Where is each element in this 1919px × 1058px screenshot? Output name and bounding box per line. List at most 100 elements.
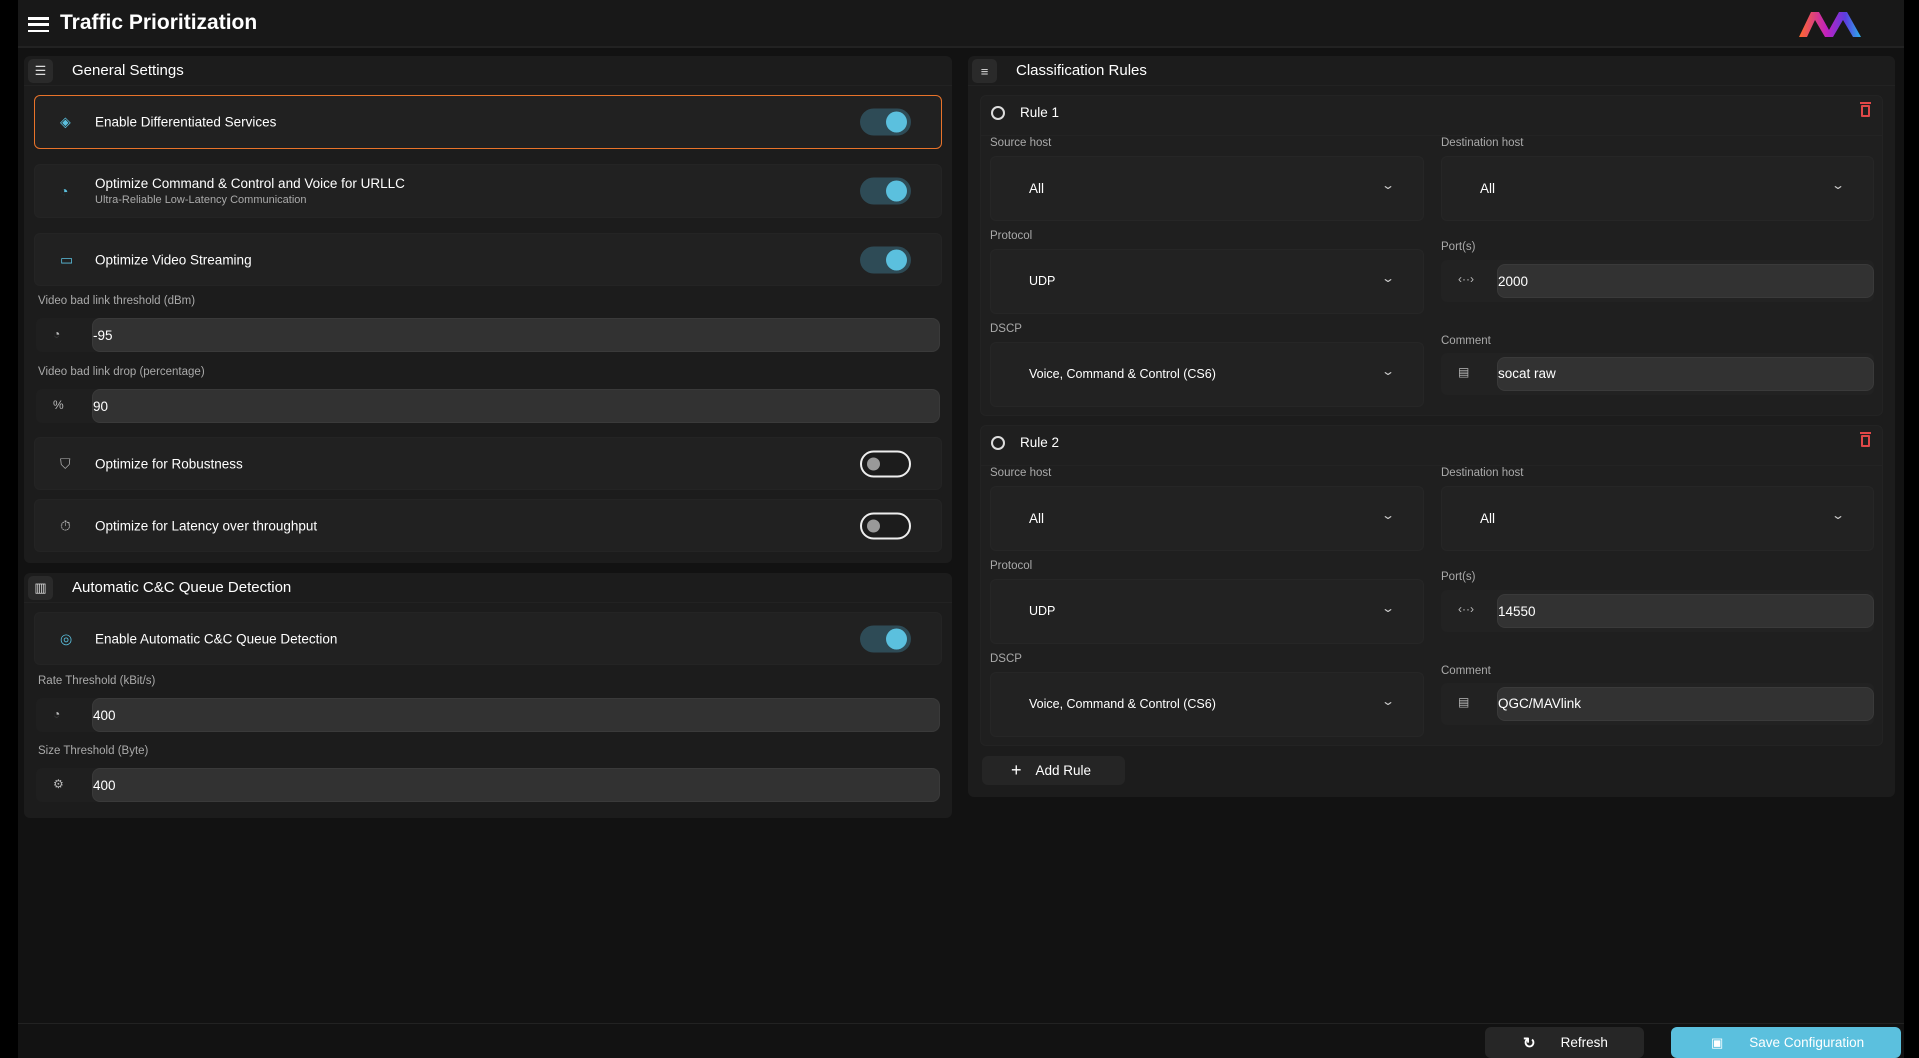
- chevron-down-icon: ⌄: [1381, 178, 1395, 192]
- source-label: Source host: [990, 137, 1051, 149]
- card-header: ≡ Classification Rules: [968, 56, 1895, 86]
- save-label: Save Configuration: [1749, 1035, 1864, 1050]
- circle-icon: [991, 106, 1005, 120]
- protocol-select[interactable]: UDP⌄: [990, 579, 1424, 644]
- toggle-label: Enable Differentiated Services: [95, 115, 276, 130]
- source-host-select[interactable]: All⌄: [990, 156, 1424, 221]
- ports-label: Port(s): [1441, 571, 1476, 583]
- classification-rules-card: ≡ Classification Rules + Add Rule Rule 1…: [968, 56, 1895, 797]
- drop-field: %: [36, 389, 940, 423]
- destination-host-select[interactable]: All⌄: [1441, 486, 1874, 551]
- refresh-button[interactable]: ↻ Refresh: [1485, 1027, 1644, 1058]
- speedometer-icon: ◔: [60, 183, 68, 199]
- latency-toggle[interactable]: [860, 512, 911, 539]
- differentiated-services-toggle[interactable]: [860, 109, 911, 136]
- card-header: ☰ General Settings: [24, 56, 952, 86]
- add-rule-label: Add Rule: [1036, 763, 1092, 778]
- page-title: Traffic Prioritization: [60, 11, 257, 35]
- video-streaming-toggle[interactable]: [860, 246, 911, 273]
- code-brackets-icon: ‹··›: [1458, 602, 1474, 616]
- menu-icon[interactable]: [28, 17, 49, 32]
- delete-rule-trash-icon[interactable]: [1861, 435, 1870, 447]
- toggle-label-text: Optimize Command & Control and Voice for…: [95, 176, 405, 191]
- rule-title: Rule 1: [1020, 105, 1059, 120]
- chevron-down-icon: ⌄: [1381, 694, 1395, 708]
- robustness-toggle[interactable]: [860, 450, 911, 477]
- chevron-down-icon: ⌄: [1381, 364, 1395, 378]
- chevron-down-icon: ⌄: [1831, 178, 1845, 192]
- ports-input[interactable]: [1497, 264, 1874, 298]
- toggle-label: Enable Automatic C&C Queue Detection: [95, 631, 337, 646]
- chip-icon: ⚙: [53, 777, 64, 791]
- dscp-label: DSCP: [990, 323, 1022, 335]
- destination-host-select[interactable]: All ⌄: [1441, 156, 1874, 221]
- delete-rule-trash-icon[interactable]: [1861, 105, 1870, 117]
- left-edge: [0, 0, 18, 1058]
- rate-input[interactable]: [92, 698, 940, 732]
- refresh-icon: ↻: [1523, 1034, 1536, 1052]
- toggle-row-auto-detection: ◎ Enable Automatic C&C Queue Detection: [34, 612, 942, 665]
- chevron-down-icon: ⌄: [1381, 271, 1395, 285]
- card-title: Classification Rules: [1016, 62, 1147, 79]
- field-label: Video bad link threshold (dBm): [38, 295, 195, 307]
- comment-field: ▤ QGC/MAVlink: [1441, 683, 1874, 725]
- toggle-row-differentiated-services: ◈ Enable Differentiated Services: [34, 95, 942, 149]
- layers-icon: ◈: [60, 114, 71, 131]
- right-edge: [1904, 0, 1919, 1058]
- rule-header: Rule 2: [981, 426, 1882, 466]
- rule-title: Rule 2: [1020, 435, 1059, 450]
- card-title: Automatic C&C Queue Detection: [72, 579, 291, 596]
- general-settings-card: ☰ General Settings ◈ Enable Differentiat…: [24, 56, 952, 563]
- selected-value: Voice, Command & Control (CS6): [1029, 697, 1216, 711]
- toggle-label: Optimize for Latency over throughput: [95, 518, 317, 533]
- rules-list-icon: ≡: [972, 59, 997, 83]
- selected-value: All: [1029, 511, 1044, 526]
- percent-icon: %: [53, 398, 64, 412]
- chevron-down-icon: ⌄: [1381, 508, 1395, 522]
- brand-logo: [1797, 10, 1865, 38]
- rate-field: ◔: [36, 698, 940, 732]
- sliders-icon: ☰: [28, 59, 53, 83]
- stopwatch-icon: ⏱: [60, 517, 71, 534]
- comment-label: Comment: [1441, 335, 1491, 347]
- comment-input[interactable]: QGC/MAVlink: [1497, 687, 1874, 721]
- field-label: Video bad link drop (percentage): [38, 366, 205, 378]
- save-configuration-button[interactable]: ▣ Save Configuration: [1671, 1027, 1901, 1058]
- urllc-toggle[interactable]: [860, 178, 911, 205]
- auto-detection-toggle[interactable]: [860, 625, 911, 652]
- rule-item: Rule 1 Source host All ⌄ Destination host…: [980, 95, 1883, 416]
- chevron-down-icon: ⌄: [1381, 601, 1395, 615]
- threshold-input[interactable]: [92, 318, 940, 352]
- toggle-sublabel: Ultra-Reliable Low-Latency Communication: [95, 194, 405, 206]
- rule-item: Rule 2 Source host All⌄ Destination host…: [980, 425, 1883, 746]
- video-camera-icon: ▭: [60, 251, 73, 268]
- dscp-select[interactable]: Voice, Command & Control (CS6) ⌄: [990, 342, 1424, 407]
- source-host-select[interactable]: All ⌄: [990, 486, 1424, 551]
- protocol-select[interactable]: UDP⌄: [990, 249, 1424, 314]
- threshold-field: ◔: [36, 318, 940, 352]
- size-input[interactable]: [92, 768, 940, 802]
- card-title: General Settings: [72, 62, 184, 79]
- add-rule-button[interactable]: + Add Rule: [982, 756, 1125, 785]
- speedometer-icon: ◔: [53, 707, 60, 721]
- toggle-label: Optimize for Robustness: [95, 456, 243, 471]
- selected-value: All: [1480, 181, 1495, 196]
- comment-label: Comment: [1441, 665, 1491, 677]
- dscp-select[interactable]: Voice, Command & Control (CS6) ⌄: [990, 672, 1424, 737]
- drop-input[interactable]: [92, 389, 940, 423]
- size-field: ⚙: [36, 768, 940, 802]
- ports-field: ‹··›: [1441, 590, 1874, 632]
- comment-input[interactable]: socat raw: [1497, 357, 1874, 391]
- toggle-label: Optimize Command & Control and Voice for…: [95, 176, 405, 206]
- circle-icon: [991, 436, 1005, 450]
- ports-input[interactable]: [1497, 594, 1874, 628]
- dest-label: Destination host: [1441, 467, 1523, 479]
- comment-field: ▤socat raw: [1441, 353, 1874, 395]
- card-header: ▥ Automatic C&C Queue Detection: [24, 573, 952, 603]
- comment-icon: ▤: [1458, 695, 1469, 709]
- toggle-row-latency: ⏱ Optimize for Latency over throughput: [34, 499, 942, 552]
- selected-value: Voice, Command & Control (CS6): [1029, 367, 1216, 381]
- field-label: Rate Threshold (kBit/s): [38, 675, 155, 687]
- dest-label: Destination host: [1441, 137, 1523, 149]
- field-label: Size Threshold (Byte): [38, 745, 148, 757]
